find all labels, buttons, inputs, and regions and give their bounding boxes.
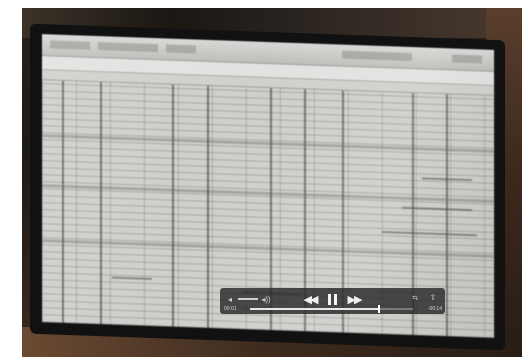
fast-forward-button[interactable]: ▶▶	[346, 292, 363, 306]
pause-icon	[327, 293, 331, 305]
rewind-button[interactable]: ◀◀	[302, 292, 319, 306]
share-icon[interactable]: ⇧	[428, 292, 438, 302]
page-frame: ◂ ◂)) ◀◀ ▶▶ ⇆ ⇧ 00:01 -00:14	[0, 0, 528, 357]
video-player[interactable]: ◂ ◂)) ◀◀ ▶▶ ⇆ ⇧ 00:01 -00:14	[22, 8, 522, 357]
time-elapsed: 00:01	[224, 305, 237, 312]
scrubber-handle[interactable]	[377, 305, 380, 313]
share-glyph: ⇧	[429, 292, 437, 302]
speaker-high-icon[interactable]: ◂))	[260, 294, 272, 304]
pause-icon	[333, 293, 337, 305]
speaker-high-glyph: ◂))	[261, 294, 271, 304]
loop-glyph: ⇆	[412, 295, 418, 302]
pause-button[interactable]	[324, 291, 340, 307]
speaker-low-glyph: ◂	[227, 294, 232, 304]
speaker-low-icon[interactable]: ◂	[225, 294, 235, 304]
time-remaining: -00:14	[427, 305, 442, 312]
volume-slider[interactable]	[238, 298, 258, 300]
rewind-icon: ◀◀	[303, 293, 319, 306]
video-controls-bar[interactable]: ◂ ◂)) ◀◀ ▶▶ ⇆ ⇧ 00:01 -00:14	[220, 288, 445, 314]
playback-scrubber[interactable]	[250, 305, 413, 313]
fast-forward-icon: ▶▶	[347, 293, 363, 306]
loop-icon[interactable]: ⇆	[410, 293, 420, 303]
scrubber-progress	[250, 308, 379, 310]
